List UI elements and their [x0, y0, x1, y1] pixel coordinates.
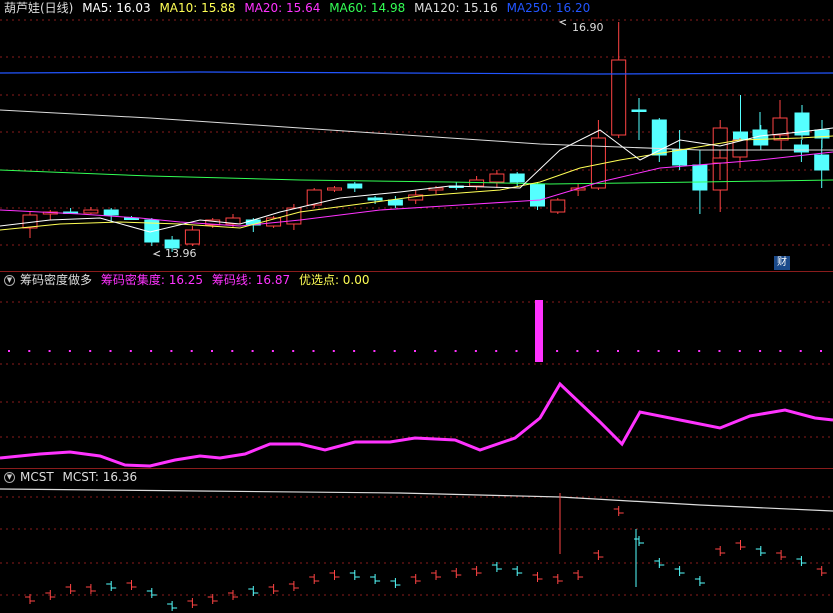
ma60-line: [0, 169, 833, 185]
chip-dot: [515, 350, 518, 352]
chip-dot: [414, 350, 416, 352]
chip-density-canvas[interactable]: [0, 272, 833, 468]
chip-dot: [312, 350, 315, 352]
chip-dot: [657, 350, 660, 352]
candle: [772, 117, 788, 136]
mcst-header: ▼ MCST MCST: 16.36: [4, 470, 142, 485]
chip-dot: [779, 350, 782, 352]
candle: [793, 144, 809, 153]
chip-dot: [28, 350, 31, 352]
optimal-point-label: 优选点: 0.00: [298, 273, 370, 287]
chip-dot: [677, 350, 680, 352]
mcst-pane[interactable]: ▼ MCST MCST: 16.36: [0, 469, 833, 613]
chip-dot: [718, 350, 721, 352]
mcst-canvas[interactable]: [0, 469, 833, 613]
candle: [692, 164, 708, 191]
chip-dot: [129, 350, 132, 352]
chip-dot: [353, 350, 356, 352]
candle: [631, 109, 647, 112]
mcst-value-label: MCST: 16.36: [62, 470, 138, 484]
stock-title: 葫芦娃(日线): [4, 1, 74, 15]
ma10-label: MA10: 15.88: [159, 1, 236, 15]
candle: [489, 173, 505, 183]
ma60-label: MA60: 14.98: [329, 1, 406, 15]
candle: [651, 119, 667, 156]
chip-dot: [454, 350, 457, 352]
chip-dot: [799, 350, 802, 352]
chip-dot: [211, 350, 213, 352]
chip-dot: [820, 350, 822, 352]
candle: [550, 199, 566, 213]
candle: [184, 229, 200, 245]
chip-dot: [556, 350, 559, 352]
mcst-title: MCST: [20, 470, 54, 484]
price-chart-canvas[interactable]: [0, 0, 833, 272]
chip-dot: [271, 350, 274, 352]
chip-dot: [393, 350, 396, 352]
ma250-line: [0, 71, 833, 75]
low-marker-arrow: [152, 250, 161, 257]
ma20-label: MA20: 15.64: [244, 1, 321, 15]
chip-dot: [596, 350, 599, 352]
candle: [530, 183, 545, 207]
chip-dot: [89, 350, 92, 352]
chip-dot: [698, 350, 701, 352]
chip-dot: [373, 350, 376, 352]
price-chart-pane[interactable]: 葫芦娃(日线) MA5: 16.03 MA10: 15.88 MA20: 15.…: [0, 0, 833, 272]
chip-dot: [637, 350, 640, 352]
chip-dot: [332, 350, 335, 352]
candle: [814, 154, 830, 171]
candle: [83, 209, 99, 214]
finance-badge[interactable]: 财: [774, 256, 790, 270]
chip-panel-title: 筹码密度做多: [20, 273, 93, 287]
candle: [327, 187, 342, 191]
chip-density-header: ▼ 筹码密度做多 筹码密集度: 16.25 筹码线: 16.87 优选点: 0.0…: [4, 273, 375, 288]
indicator-settings-icon[interactable]: ▼: [4, 275, 15, 286]
ma20-line: [0, 151, 833, 227]
chip-density-pane[interactable]: ▼ 筹码密度做多 筹码密集度: 16.25 筹码线: 16.87 优选点: 0.0…: [0, 272, 833, 468]
chip-dot: [738, 350, 741, 352]
mcst-line: [0, 488, 833, 512]
chip-line-curve: [0, 381, 833, 468]
indicator-settings-icon[interactable]: ▼: [4, 472, 15, 483]
high-marker-arrow: [558, 19, 567, 26]
chip-dot: [576, 350, 579, 352]
chip-dot: [109, 350, 112, 352]
ma5-line: [0, 127, 833, 233]
chip-dot: [190, 350, 193, 352]
ma120-label: MA120: 15.16: [414, 1, 498, 15]
chip-dot: [495, 350, 498, 352]
high-price-label: 16.90: [572, 21, 604, 34]
chip-dot: [617, 350, 619, 352]
chip-dot: [48, 350, 51, 352]
candle: [672, 149, 688, 166]
candle: [387, 199, 403, 206]
chip-dot: [434, 350, 437, 352]
candle: [712, 157, 728, 164]
chip-line-label: 筹码线: 16.87: [211, 273, 291, 287]
candle: [347, 183, 363, 189]
chip-dot: [759, 350, 762, 352]
chip-dot: [170, 350, 173, 352]
candle: [103, 209, 119, 216]
candle: [509, 173, 525, 183]
optimal-signal-bar: [535, 300, 543, 362]
chip-dot: [150, 350, 153, 352]
candle: [611, 59, 627, 136]
chip-dot: [474, 350, 477, 352]
chip-dot: [292, 350, 295, 352]
ma250-label: MA250: 16.20: [506, 1, 591, 15]
low-price-label: 13.96: [165, 247, 197, 260]
candle: [367, 197, 383, 201]
ma5-label: MA5: 16.03: [82, 1, 151, 15]
chip-dot: [251, 350, 254, 352]
chip-dot: [68, 350, 71, 352]
chip-dot: [231, 350, 234, 352]
chip-concentration-label: 筹码密集度: 16.25: [100, 273, 204, 287]
chip-dot: [8, 350, 10, 352]
price-chart-header: 葫芦娃(日线) MA5: 16.03 MA10: 15.88 MA20: 15.…: [4, 1, 595, 16]
